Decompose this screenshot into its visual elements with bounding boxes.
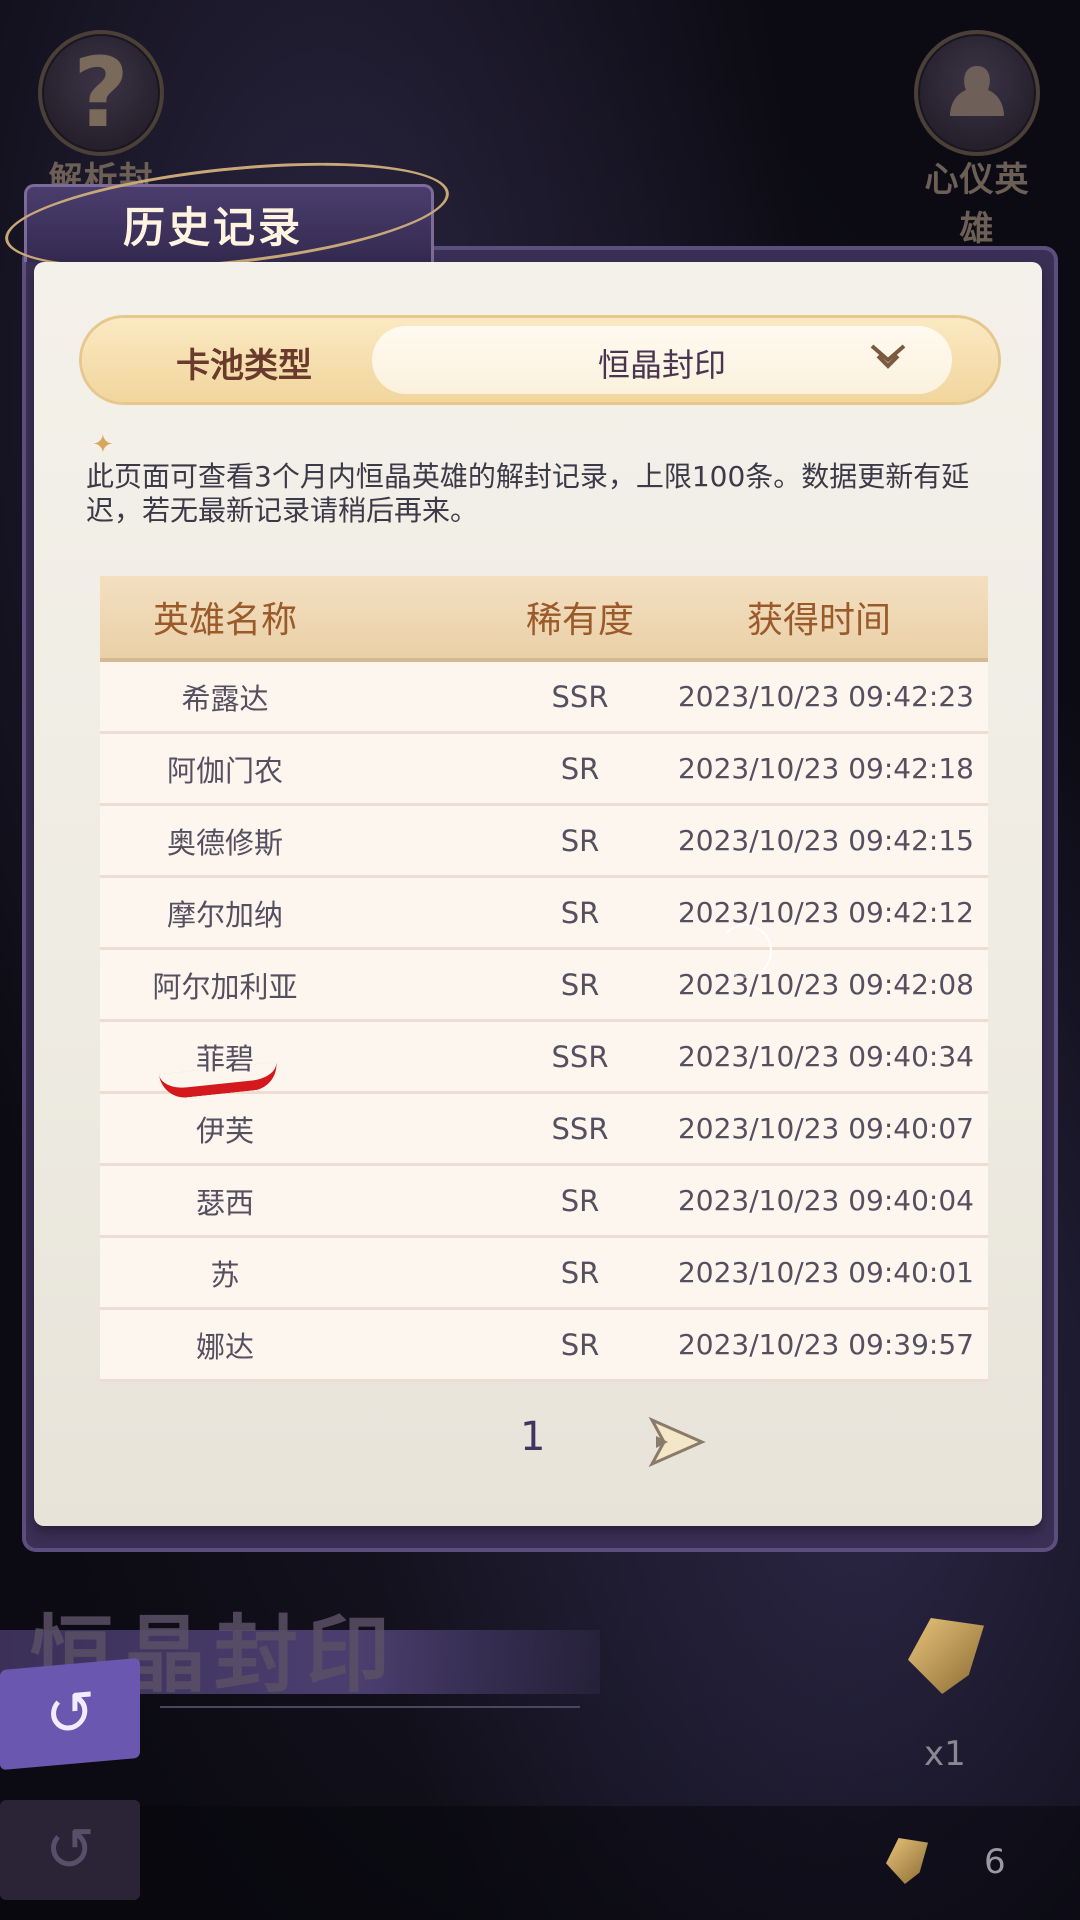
pool-type-label: 卡池类型 (176, 346, 312, 386)
currency-count: 6 (984, 1842, 1006, 1882)
hero-bust-icon (914, 30, 1040, 156)
hero-name-cell: 瑟西 (195, 1185, 254, 1220)
crystal-icon (908, 1618, 984, 1694)
crystal-multiplier: x1 (924, 1734, 966, 1774)
rarity-cell: SR (560, 1183, 600, 1218)
table-row: 阿尔加利亚 SR 2023/10/23 09:42:08 (100, 950, 988, 1022)
time-cell: 2023/10/23 09:40:01 (677, 1256, 974, 1289)
header-rarity: 稀有度 (525, 600, 634, 641)
table-row: 伊芙 SSR 2023/10/23 09:40:07 (100, 1094, 988, 1166)
hero-name-cell: 伊芙 (195, 1113, 254, 1148)
time-cell: 2023/10/23 09:42:12 (677, 896, 974, 929)
hero-name-cell: 阿伽门农 (166, 753, 283, 788)
time-cell: 2023/10/23 09:40:07 (677, 1112, 974, 1145)
header-hero-name: 英雄名称 (152, 600, 297, 641)
table-row: 奥德修斯 SR 2023/10/23 09:42:15 (100, 806, 988, 878)
chevron-down-icon (870, 344, 906, 369)
time-cell: 2023/10/23 09:42:18 (677, 752, 974, 785)
rarity-cell: SR (560, 1327, 600, 1362)
time-cell: 2023/10/23 09:40:34 (677, 1040, 974, 1073)
back-button[interactable]: ↺ (0, 1800, 140, 1900)
time-cell: 2023/10/23 09:40:04 (677, 1184, 974, 1217)
panel-title: 历史记录 (123, 203, 304, 252)
favorite-hero-button[interactable]: 心仪英雄 (912, 30, 1042, 250)
history-title-tab: 历史记录 (24, 184, 434, 262)
page-number: 1 (520, 1414, 546, 1460)
hero-name-cell: 摩尔加纳 (166, 897, 283, 932)
favorite-hero-label: 心仪英雄 (924, 160, 1030, 249)
time-cell: 2023/10/23 09:42:15 (677, 824, 974, 857)
rarity-cell: SR (560, 967, 600, 1002)
table-row: 苏 SR 2023/10/23 09:40:01 (100, 1238, 988, 1310)
rarity-cell: SSR (551, 679, 609, 714)
swirl-flag-button[interactable]: ↺ (0, 1657, 140, 1771)
hero-name-cell: 希露达 (181, 681, 269, 716)
hero-name-cell: 苏 (210, 1257, 240, 1292)
rarity-cell: SSR (551, 1039, 609, 1074)
time-cell: 2023/10/23 09:42:08 (677, 968, 974, 1001)
touch-indicator (718, 924, 772, 978)
table-row: 希露达 SSR 2023/10/23 09:42:23 (100, 662, 988, 734)
hero-name-cell: 奥德修斯 (166, 825, 283, 860)
pool-type-selector[interactable]: 卡池类型 恒晶封印 (82, 318, 998, 402)
table-row: 娜达 SR 2023/10/23 09:39:57 (100, 1310, 988, 1382)
rarity-cell: SR (560, 895, 600, 930)
rarity-cell: SR (560, 823, 600, 858)
history-table: 英雄名称 稀有度 获得时间 希露达 SSR 2023/10/23 09:42:23 阿… (100, 576, 988, 1382)
question-icon: ? (38, 30, 164, 156)
hero-name-cell: 娜达 (195, 1329, 254, 1364)
rarity-cell: SSR (551, 1111, 609, 1146)
sparkle-icon: ✦ (92, 430, 114, 460)
header-time: 获得时间 (746, 600, 891, 641)
pool-type-value: 恒晶封印 (597, 346, 726, 384)
swirl-back-icon: ↺ (44, 1815, 96, 1885)
table-row: 摩尔加纳 SR 2023/10/23 09:42:12 (100, 878, 988, 950)
rarity-cell: SR (560, 751, 600, 786)
divider (160, 1706, 580, 1708)
table-row: 阿伽门农 SR 2023/10/23 09:42:18 (100, 734, 988, 806)
time-cell: 2023/10/23 09:42:23 (677, 680, 974, 713)
time-cell: 2023/10/23 09:39:57 (677, 1328, 974, 1361)
rarity-cell: SR (560, 1255, 600, 1290)
table-header: 英雄名称 稀有度 获得时间 (100, 576, 988, 662)
hero-name-cell: 阿尔加利亚 (152, 969, 298, 1004)
notice-text: 此页面可查看3个月内恒晶英雄的解封记录，上限100条。数据更新有延迟，若无最新记… (86, 460, 970, 527)
pool-type-dropdown[interactable]: 恒晶封印 (372, 326, 952, 394)
table-row: 瑟西 SR 2023/10/23 09:40:04 (100, 1166, 988, 1238)
next-page-button[interactable] (646, 1414, 708, 1470)
swirl-icon: ↺ (44, 1676, 96, 1752)
